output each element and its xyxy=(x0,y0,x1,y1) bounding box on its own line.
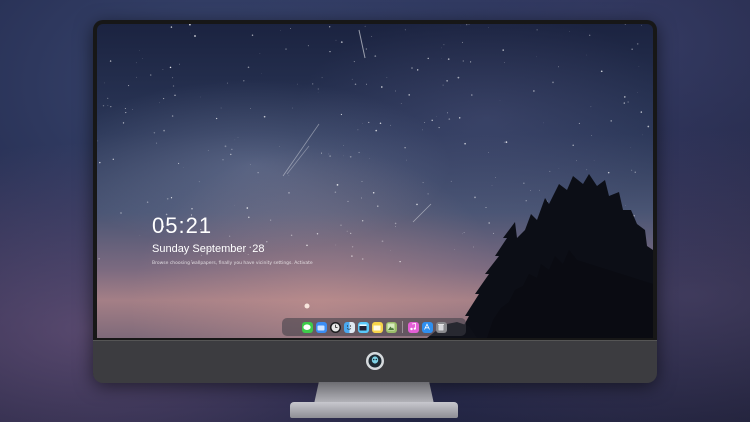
photos-icon[interactable] xyxy=(385,321,397,333)
finder-icon[interactable] xyxy=(343,321,355,333)
music-icon[interactable] xyxy=(407,321,419,333)
clock-icon[interactable] xyxy=(329,321,341,333)
monitor: 05:21 Sunday September 28 Browse choosin… xyxy=(93,20,657,383)
monitor-chin xyxy=(93,340,657,383)
notes-icon[interactable] xyxy=(371,321,383,333)
lock-time: 05:21 xyxy=(152,213,213,238)
video-icon[interactable] xyxy=(357,321,369,333)
trash-icon[interactable] xyxy=(435,321,447,333)
lock-date: Sunday September 28 xyxy=(152,243,265,255)
messages-icon[interactable] xyxy=(301,321,313,333)
lock-screen-info: 05:21 Sunday September 28 Browse choosin… xyxy=(152,213,313,267)
monitor-base xyxy=(290,402,458,418)
meteor-streaks xyxy=(282,29,432,309)
app-store-icon[interactable] xyxy=(421,321,433,333)
monitor-stand xyxy=(314,382,434,404)
dock xyxy=(282,318,466,336)
lock-hint: Browse choosing wallpapers, finally you … xyxy=(152,261,313,266)
brand-logo-icon xyxy=(366,352,384,370)
files-icon[interactable] xyxy=(315,321,327,333)
dock-separator xyxy=(401,321,403,333)
desktop-screen: 05:21 Sunday September 28 Browse choosin… xyxy=(97,24,653,338)
